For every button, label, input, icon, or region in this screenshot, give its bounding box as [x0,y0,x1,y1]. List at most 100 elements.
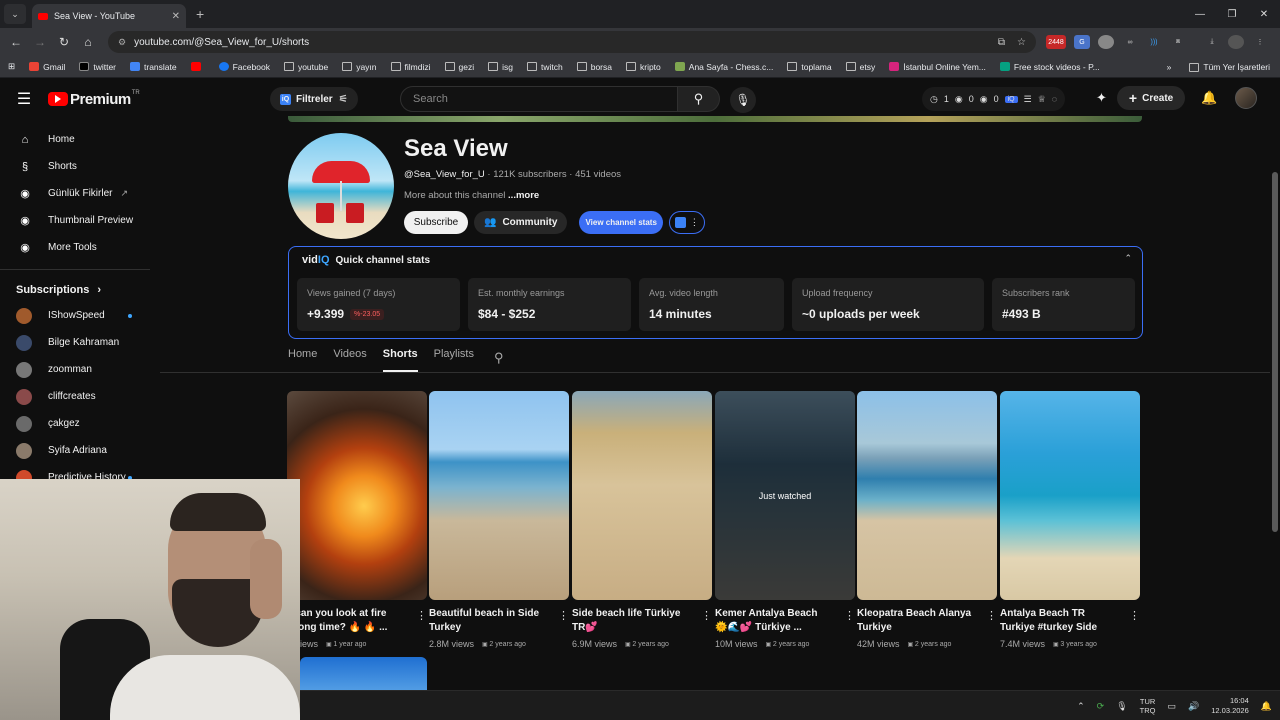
short-title[interactable]: Kemer Antalya Beach 🌞🌊💕 Türkiye ... [715,607,839,635]
create-button[interactable]: + Create [1116,86,1186,110]
more-vert-icon[interactable]: ⋮ [701,609,712,622]
short-card[interactable]: Side beach life Türkiye TR💕 ⋮ 6.9M views 2 y… [572,391,712,649]
more-vert-icon[interactable]: ⋮ [416,609,427,622]
reload-button[interactable]: ↻ [52,35,76,49]
sync-icon[interactable]: ⟳ [1097,701,1105,712]
bookmark-yemeksepeti[interactable]: İstanbul Online Yem... [889,62,986,72]
vidiq-menu-button[interactable]: ⋮ [668,211,705,234]
microphone-tray-icon[interactable]: 🎙 [1116,701,1127,712]
download-icon[interactable]: ⤓ [1204,35,1220,49]
short-thumbnail[interactable]: Just watched [715,391,855,600]
page-scrollbar[interactable] [1270,78,1280,690]
short-thumbnail[interactable] [429,391,569,600]
short-card[interactable]: Just watched Kemer Antalya Beach 🌞🌊💕 Türki… [715,391,855,649]
collapse-chevron-icon[interactable]: ⌃ [1124,253,1132,264]
home-button[interactable]: ⌂ [76,35,100,49]
extension-badge[interactable]: 2448 [1046,35,1066,49]
subscription-item[interactable]: cliffcreates [0,383,160,410]
channel-avatar[interactable] [288,133,394,239]
bookmark-chess[interactable]: Ana Sayfa - Chess.c... [674,62,773,72]
apps-grid-icon[interactable]: ⊞ [8,61,15,72]
channel-about[interactable]: More about this channel ...more [404,190,539,201]
site-info-icon[interactable]: ⚙ [118,37,126,48]
subscribe-button[interactable]: Subscribe [404,211,468,234]
bookmark-folder-yayin[interactable]: yayın [342,62,377,72]
all-bookmarks-button[interactable]: Tüm Yer İşaretleri [1189,62,1270,72]
more-vert-icon[interactable]: ⋮ [1129,609,1140,622]
translate-extension-icon[interactable]: G [1074,35,1090,49]
tab-shorts[interactable]: Shorts [382,348,418,372]
tab-videos[interactable]: Videos [333,348,366,372]
url-bar[interactable]: ⚙ youtube.com/@Sea_View_for_U/shorts ⧉ ☆ [108,31,1036,53]
short-thumbnail[interactable] [287,391,427,600]
more-vert-icon[interactable]: ⋮ [558,609,569,622]
bookmark-folder-toplama[interactable]: toplama [787,62,832,72]
youtube-logo[interactable]: Premium TR [48,90,140,108]
new-tab-button[interactable]: + [196,6,204,22]
close-window-button[interactable]: ✕ [1248,0,1280,28]
short-title[interactable]: y can you look at fire a long time? 🔥 🔥 .… [287,607,411,635]
short-card[interactable]: Beautiful beach in Side Turkey ⋮ 2.8M views… [429,391,569,649]
subscriptions-header[interactable]: Subscriptions › [0,278,160,302]
network-icon[interactable]: ▭ [1168,701,1177,712]
bookmark-folder-gezi[interactable]: gezi [444,62,474,72]
browser-menu-icon[interactable]: ⋮ [1252,35,1268,49]
bookmark-folder-borsa[interactable]: borsa [576,62,612,72]
tab-home[interactable]: Home [288,348,317,372]
sidebar-item-more-tools[interactable]: ◉ More Tools [0,234,160,261]
account-avatar[interactable] [1235,87,1258,109]
bookmark-twitter[interactable]: twitter [79,62,116,72]
short-thumbnail[interactable] [572,391,712,600]
community-button[interactable]: 👥 Community [474,211,568,234]
sidebar-item-shorts[interactable]: § Shorts [0,153,160,180]
browser-tab[interactable]: Sea View - YouTube ✕ [32,4,186,28]
restore-button[interactable]: ❐ [1216,0,1248,28]
view-channel-stats-button[interactable]: View channel stats [579,211,663,234]
bookmark-folder-isg[interactable]: isg [488,62,513,72]
search-input[interactable] [400,86,678,112]
minimize-button[interactable]: — [1184,0,1216,28]
install-app-icon[interactable]: ⧉ [998,37,1005,48]
subscription-item[interactable]: IShowSpeed [0,302,160,329]
extensions-puzzle-icon[interactable]: ⧈ [1170,35,1186,49]
bookmark-star-icon[interactable]: ☆ [1017,37,1026,48]
vidiq-ai-icon[interactable]: ✦ [1096,90,1107,106]
tab-search-button[interactable]: ⌄ [4,4,26,24]
subscription-item[interactable]: Bilge Kahraman [0,329,160,356]
more-vert-icon[interactable]: ⋮ [844,609,855,622]
language-indicator[interactable]: TUR TRQ [1140,697,1156,715]
sidebar-item-gunluk-fikirler[interactable]: ◉ Günlük Fikirler ↗ [0,180,160,207]
short-thumbnail[interactable] [857,391,997,600]
bookmark-translate[interactable]: translate [130,62,177,72]
menu-icon[interactable]: ☰ [0,89,48,109]
search-button[interactable]: ⚲ [678,86,720,112]
short-card[interactable]: Antalya Beach TR Turkiye #turkey Side ⋮ 7.4… [1000,391,1140,649]
notification-center-icon[interactable]: 🔔 [1261,701,1272,712]
profile-avatar[interactable] [1228,35,1244,49]
sidebar-item-home[interactable]: ⌂ Home [0,126,160,153]
sidebar-item-thumbnail-preview[interactable]: ◉ Thumbnail Preview [0,207,160,234]
vidiq-header-stats[interactable]: ◷ 1 ◉ 0 ◉ 0 iQ ☰ ♕ ◌ [922,87,1066,111]
voice-search-button[interactable]: 🎙 [730,87,756,113]
bookmark-gmail[interactable]: Gmail [29,62,65,72]
bookmarks-overflow-icon[interactable]: » [1167,62,1172,72]
more-vert-icon[interactable]: ⋮ [986,609,997,622]
short-title[interactable]: Side beach life Türkiye TR💕 [572,607,696,635]
subscription-item[interactable]: çakgez [0,410,160,437]
back-button[interactable]: ← [4,35,28,49]
extension-audio-icon[interactable]: ))) [1146,35,1162,49]
extension-glasses-icon[interactable]: ∞ [1122,35,1138,49]
bookmark-folder-kripto[interactable]: kripto [625,62,661,72]
bookmark-folder-youtube[interactable]: youtube [283,62,328,72]
short-title[interactable]: Antalya Beach TR Turkiye #turkey Side [1000,607,1124,635]
bookmark-folder-etsy[interactable]: etsy [845,62,875,72]
clock[interactable]: 16:04 12.03.2026 [1211,696,1249,716]
bookmark-facebook[interactable]: Facebook [218,62,270,72]
subscription-item[interactable]: Syifa Adriana [0,437,160,464]
forward-button[interactable]: → [28,35,52,49]
short-thumbnail[interactable] [1000,391,1140,600]
vidiq-filters-button[interactable]: iQ Filtreler ⚟ [270,87,358,111]
subscription-item[interactable]: zoomman [0,356,160,383]
bookmark-stock-videos[interactable]: Free stock videos - P... [999,62,1100,72]
tab-playlists[interactable]: Playlists [434,348,474,372]
